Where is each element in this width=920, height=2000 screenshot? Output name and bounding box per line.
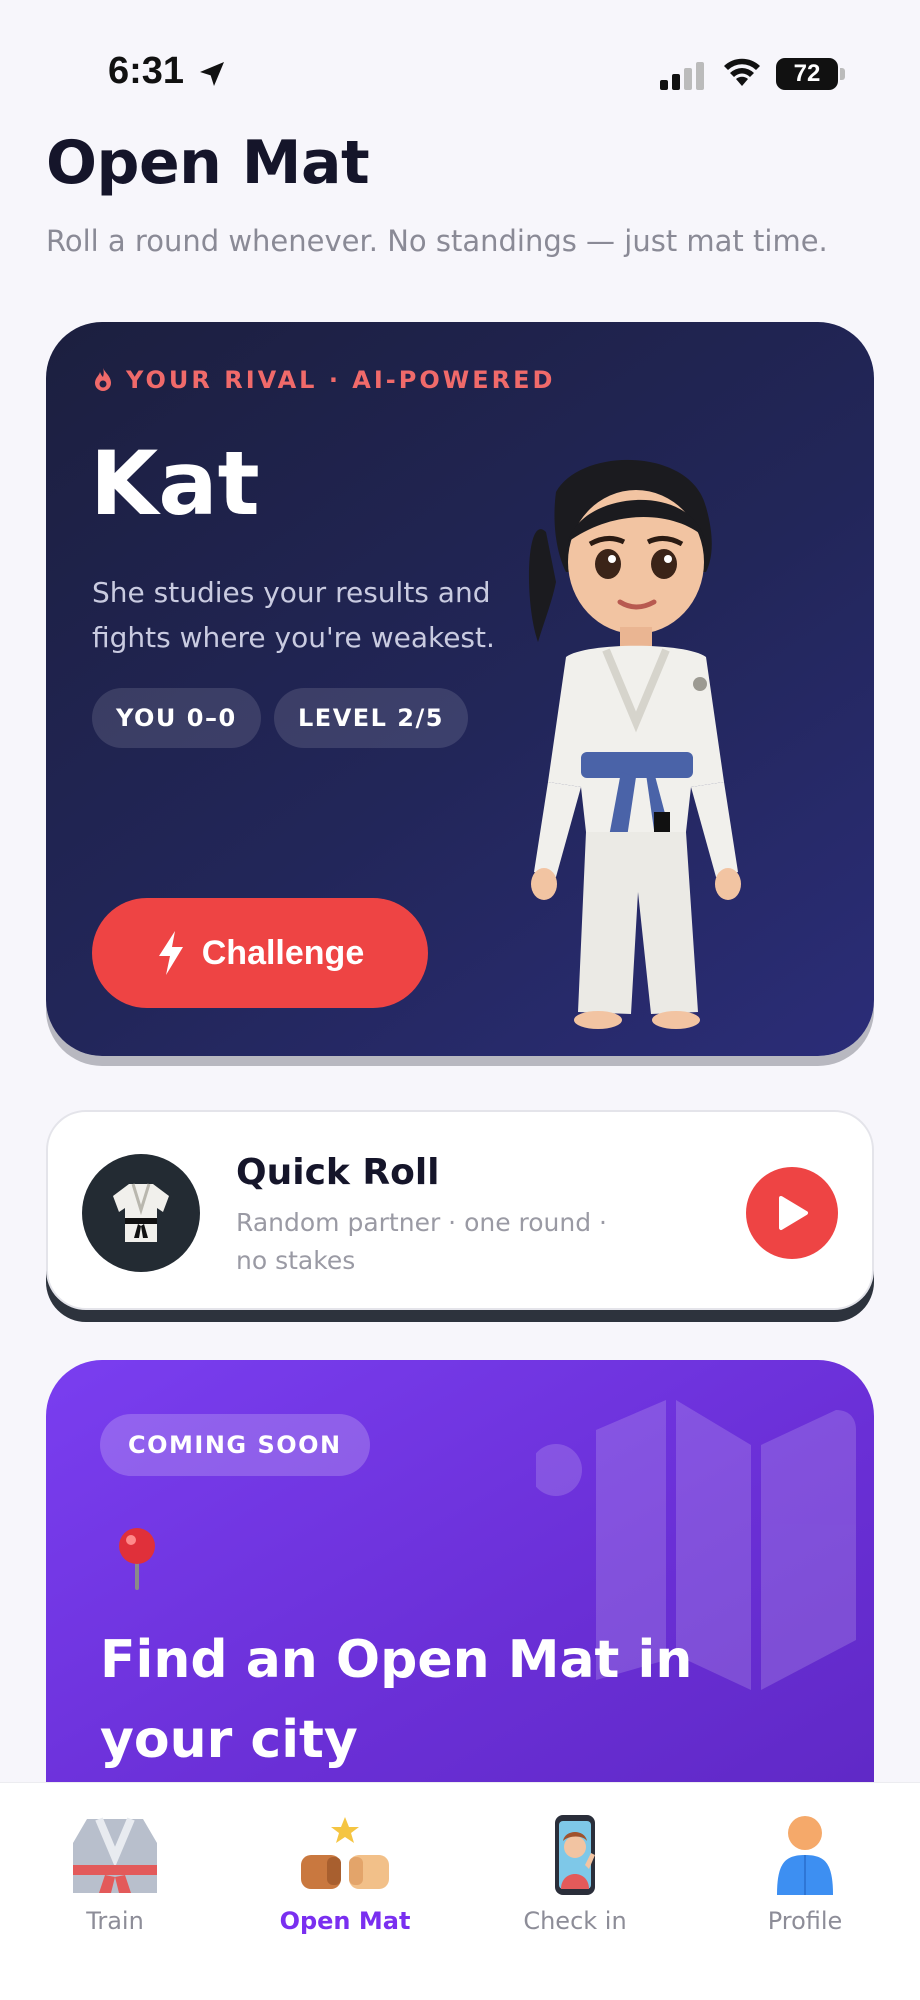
challenge-button-label: Challenge — [201, 933, 365, 972]
lightning-bolt-icon — [158, 931, 183, 975]
coming-soon-badge: COMING SOON — [100, 1414, 370, 1476]
location-arrow-icon — [200, 62, 224, 86]
battery-indicator: 72 — [776, 58, 845, 90]
wifi-icon — [724, 58, 760, 86]
flame-icon — [95, 368, 111, 391]
tab-check-in-label: Check in — [523, 1907, 627, 1935]
pushpin-icon — [119, 1528, 155, 1590]
rival-eyebrow-text: YOUR RIVAL · AI-POWERED — [126, 366, 556, 394]
phone-selfie-icon — [555, 1815, 595, 1895]
fist-bump-icon — [301, 1817, 389, 1889]
page-subtitle: Roll a round whenever. No standings — ju… — [46, 224, 828, 258]
gi-jacket-icon — [113, 1183, 169, 1242]
quick-roll-card[interactable]: Quick Roll Random partner · one round · … — [46, 1110, 874, 1310]
tab-open-mat-label: Open Mat — [279, 1907, 411, 1935]
cellular-signal-icon — [660, 62, 704, 90]
rival-name: Kat — [90, 432, 260, 535]
rival-description: She studies your results and fights wher… — [92, 576, 495, 654]
rival-card[interactable]: YOUR RIVAL · AI-POWERED Kat She studies … — [46, 322, 874, 1056]
record-chip: YOU 0–0 — [92, 688, 261, 748]
quick-roll-avatar — [82, 1154, 200, 1272]
level-chip: LEVEL 2/5 — [274, 688, 468, 748]
person-icon — [777, 1816, 833, 1895]
tab-train-label: Train — [86, 1907, 144, 1935]
tab-profile[interactable]: Profile — [690, 1783, 920, 2000]
quick-roll-play-button[interactable] — [746, 1167, 838, 1259]
status-time: 6:31 — [108, 50, 185, 92]
tab-train[interactable]: Train — [0, 1783, 230, 2000]
challenge-button[interactable]: Challenge — [92, 898, 428, 1008]
gi-icon — [73, 1817, 157, 1893]
tab-open-mat[interactable]: Open Mat — [230, 1783, 460, 2000]
play-icon — [779, 1196, 808, 1230]
rival-avatar-illustration — [528, 459, 741, 1029]
tab-check-in[interactable]: Check in — [460, 1783, 690, 2000]
quick-roll-title: Quick Roll — [236, 1152, 440, 1193]
bottom-tab-bar: Train Open Mat Check in Profile — [0, 1782, 920, 2000]
quick-roll-subtitle: Random partner · one round · no stakes — [236, 1208, 608, 1275]
coming-soon-title: Find an Open Mat in your city — [100, 1630, 693, 1770]
tab-profile-label: Profile — [767, 1907, 843, 1935]
page-title: Open Mat — [46, 128, 370, 198]
rival-eyebrow: YOUR RIVAL · AI-POWERED — [92, 366, 555, 394]
